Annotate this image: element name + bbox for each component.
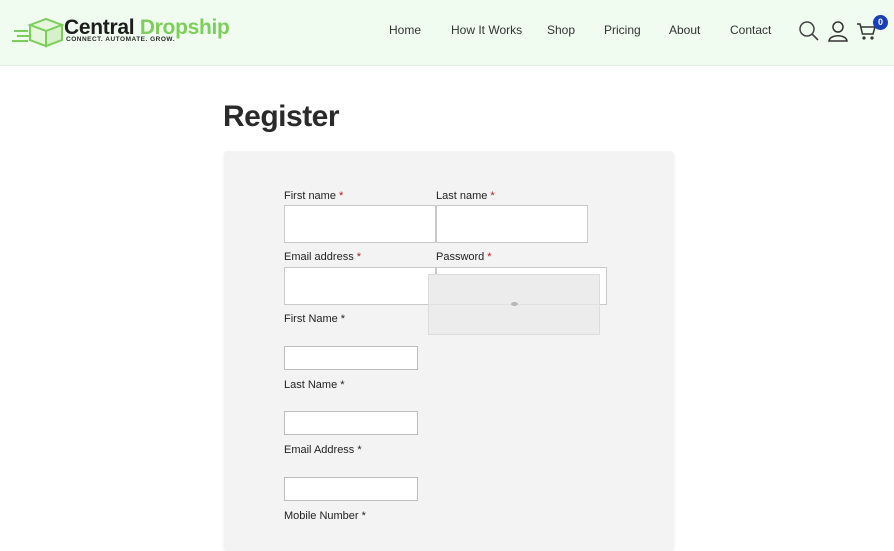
required-mark: * — [487, 251, 492, 263]
required-mark: * — [340, 313, 346, 325]
strength-indicator-icon — [511, 302, 518, 306]
mobile-label: Mobile Number * — [284, 510, 366, 522]
last-name2-input[interactable] — [284, 411, 418, 435]
required-mark: * — [338, 190, 344, 202]
required-mark: * — [490, 190, 495, 202]
last-name2-label-text: Last Name — [284, 379, 338, 391]
first-name2-label: First Name * — [284, 313, 345, 325]
first-name-label-text: First name — [284, 190, 336, 202]
required-mark: * — [357, 444, 362, 456]
nav-pricing[interactable]: Pricing — [604, 23, 641, 37]
required-mark: * — [356, 251, 361, 263]
logo-tagline: CONNECT. AUTOMATE. GROW. — [66, 36, 176, 43]
email2-label-text: Email Address — [284, 444, 355, 456]
first-name-input[interactable] — [284, 205, 436, 243]
page-title: Register — [223, 100, 340, 133]
first-name-label: First name * — [284, 190, 343, 202]
nav-shop[interactable]: Shop — [547, 23, 575, 37]
first-name2-label-text: First Name — [284, 313, 338, 325]
email2-input[interactable] — [284, 477, 418, 501]
logo-box-icon — [12, 17, 64, 48]
last-name2-label: Last Name * — [284, 379, 344, 391]
cart-count-badge: 0 — [873, 15, 888, 30]
email-input[interactable] — [284, 267, 436, 305]
email-label: Email address * — [284, 251, 361, 263]
required-mark: * — [361, 510, 366, 522]
search-icon[interactable] — [798, 20, 820, 42]
nav-how-it-works[interactable]: How It Works — [451, 23, 522, 37]
email-label-text: Email address — [284, 251, 354, 263]
password-label-text: Password — [436, 251, 485, 263]
nav-contact[interactable]: Contact — [730, 23, 771, 37]
last-name-label-text: Last name — [436, 190, 488, 202]
nav-about[interactable]: About — [669, 23, 700, 37]
first-name2-input[interactable] — [284, 346, 418, 370]
site-header: Central Dropship CONNECT. AUTOMATE. GROW… — [0, 0, 894, 66]
user-icon[interactable] — [827, 20, 849, 42]
last-name-label: Last name * — [436, 190, 495, 202]
password-label: Password * — [436, 251, 492, 263]
mobile-label-text: Mobile Number — [284, 510, 359, 522]
site-logo[interactable]: Central Dropship CONNECT. AUTOMATE. GROW… — [12, 14, 230, 48]
last-name-input[interactable] — [436, 205, 588, 243]
email2-label: Email Address * — [284, 444, 362, 456]
nav-home[interactable]: Home — [389, 23, 421, 37]
required-mark: * — [340, 379, 345, 391]
